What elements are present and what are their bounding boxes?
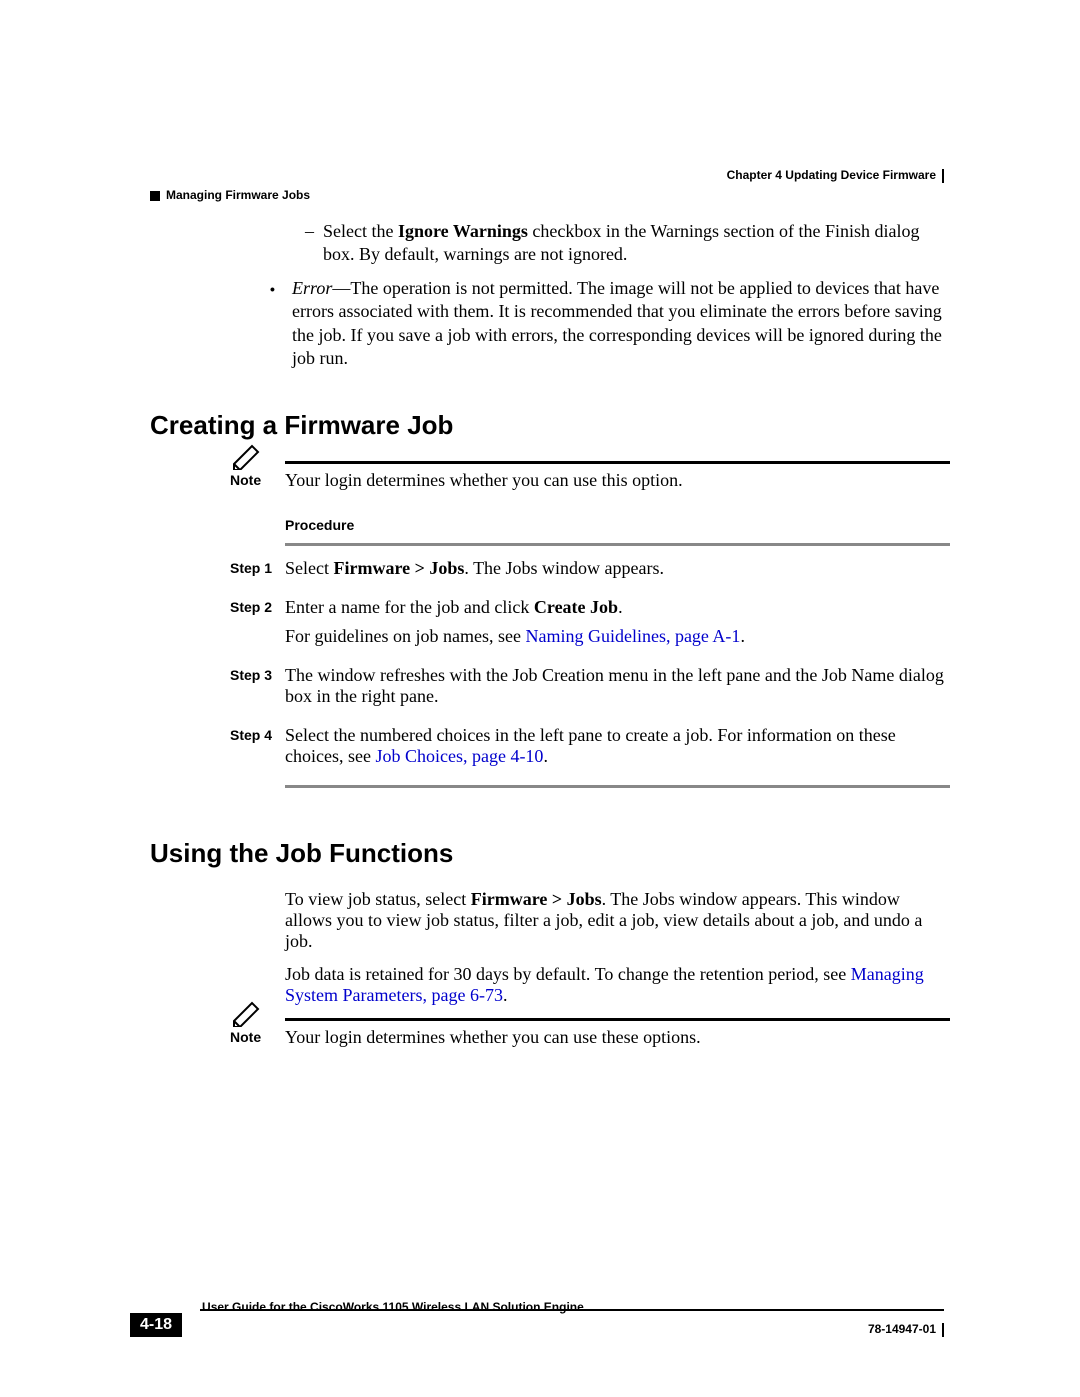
page-number: 4-18 — [130, 1313, 182, 1337]
nested-dash-item: – Select the Ignore Warnings checkbox in… — [305, 220, 950, 267]
footer-doc-title: User Guide for the CiscoWorks 1105 Wirel… — [202, 1300, 584, 1314]
note-label: Note — [230, 472, 285, 488]
note-rule — [285, 461, 950, 464]
note-block: Note Your login determines whether you c… — [230, 461, 950, 491]
step-label: Step 1 — [230, 558, 285, 587]
procedure-rule-top — [285, 543, 950, 546]
heading-creating-firmware-job: Creating a Firmware Job — [150, 410, 950, 441]
note-label: Note — [230, 1029, 285, 1045]
paragraph: To view job status, select Firmware > Jo… — [285, 889, 950, 952]
step-1: Step 1 Select Firmware > Jobs. The Jobs … — [230, 558, 950, 587]
page-footer: 4-18 User Guide for the CiscoWorks 1105 … — [130, 1309, 944, 1337]
chapter-label: Chapter 4 Updating Device Firmware — [727, 168, 936, 182]
pencil-icon — [230, 999, 264, 1027]
bold-term: Ignore Warnings — [398, 221, 528, 241]
bullet-item-error: • Error—The operation is not permitted. … — [270, 277, 950, 371]
running-header-right: Chapter 4 Updating Device Firmware — [727, 168, 944, 183]
step-label: Step 3 — [230, 665, 285, 715]
link-job-choices[interactable]: Job Choices, page 4-10 — [375, 746, 543, 766]
bullet-marker: • — [270, 277, 292, 371]
section-label: Managing Firmware Jobs — [166, 188, 310, 202]
header-separator — [942, 169, 944, 183]
step-label: Step 2 — [230, 597, 285, 655]
note-text: Your login determines whether you can us… — [285, 1027, 701, 1048]
note-block: Note Your login determines whether you c… — [230, 1018, 950, 1048]
step-2: Step 2 Enter a name for the job and clic… — [230, 597, 950, 655]
step-3: Step 3 The window refreshes with the Job… — [230, 665, 950, 715]
document-page: Chapter 4 Updating Device Firmware Manag… — [0, 0, 1080, 1397]
procedure-rule-bottom — [285, 785, 950, 788]
note-rule — [285, 1018, 950, 1021]
pencil-icon — [230, 442, 264, 470]
link-naming-guidelines[interactable]: Naming Guidelines, page A-1 — [525, 626, 740, 646]
page-content: – Select the Ignore Warnings checkbox in… — [150, 160, 950, 1048]
step-label: Step 4 — [230, 725, 285, 775]
italic-term: Error — [292, 278, 332, 298]
footer-separator — [942, 1323, 944, 1337]
step-4: Step 4 Select the numbered choices in th… — [230, 725, 950, 775]
paragraph: Job data is retained for 30 days by defa… — [285, 964, 950, 1006]
header-block-icon — [150, 191, 160, 201]
procedure-label: Procedure — [285, 517, 950, 533]
heading-using-job-functions: Using the Job Functions — [150, 838, 950, 869]
running-header-left: Managing Firmware Jobs — [150, 188, 310, 202]
note-text: Your login determines whether you can us… — [285, 470, 683, 491]
footer-doc-number: 78-14947-01 — [868, 1322, 944, 1337]
dash-marker: – — [305, 220, 323, 267]
